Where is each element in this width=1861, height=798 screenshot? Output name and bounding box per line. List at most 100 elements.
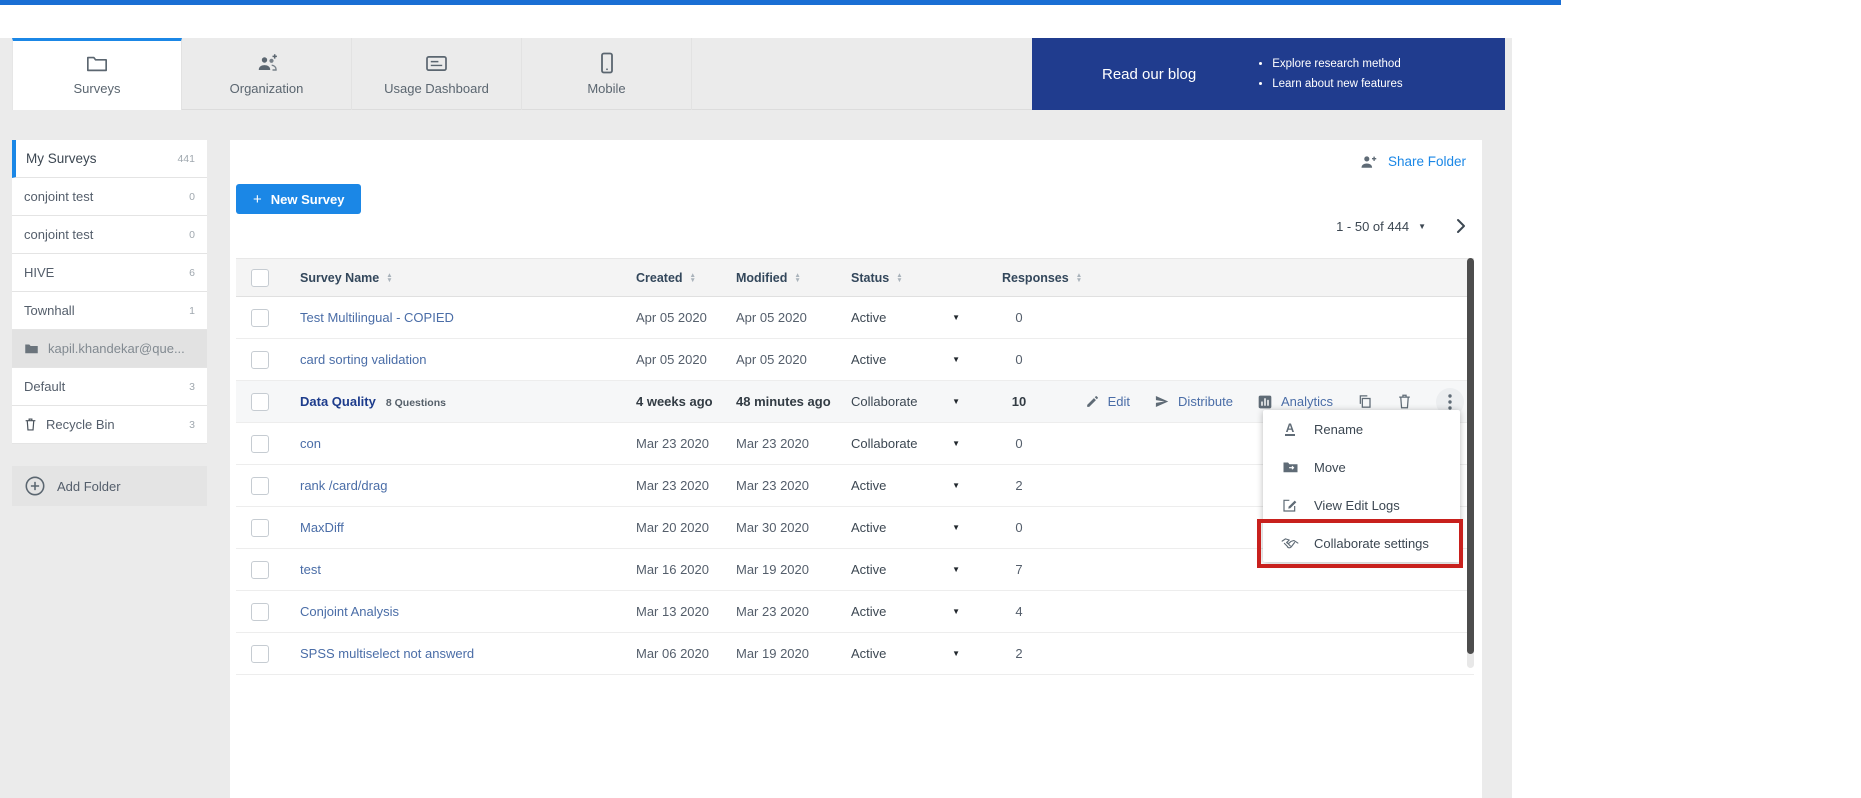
- tab-organization[interactable]: Organization: [182, 38, 352, 110]
- chevron-down-icon: ▼: [952, 355, 960, 364]
- status-dropdown[interactable]: Active ▼: [829, 562, 974, 577]
- row-checkbox[interactable]: [251, 603, 269, 621]
- status-dropdown[interactable]: Active ▼: [829, 646, 974, 661]
- trash-icon: [24, 417, 37, 432]
- page-range-dropdown[interactable]: 1 - 50 of 444 ▼: [1336, 219, 1426, 234]
- folder-label: Default: [24, 379, 65, 394]
- header-survey-name[interactable]: Survey Name ▲▼: [284, 271, 614, 285]
- paper-plane-icon: [1154, 394, 1170, 409]
- status-dropdown[interactable]: Active ▼: [829, 352, 974, 367]
- next-page-button[interactable]: [1456, 218, 1466, 234]
- sidebar-item-townhall[interactable]: Townhall 1: [12, 292, 207, 330]
- folder-label: Recycle Bin: [46, 417, 115, 432]
- sort-icon: ▲▼: [386, 273, 392, 283]
- analytics-button[interactable]: Analytics: [1257, 394, 1333, 410]
- analytics-label: Analytics: [1281, 394, 1333, 409]
- row-checkbox[interactable]: [251, 519, 269, 537]
- copy-icon[interactable]: [1357, 393, 1373, 410]
- survey-name-link[interactable]: test: [300, 562, 321, 577]
- sort-icon: ▲▼: [896, 273, 902, 283]
- share-folder-button[interactable]: Share Folder: [1358, 153, 1466, 170]
- tab-usage-dashboard[interactable]: Usage Dashboard: [352, 38, 522, 110]
- chevron-down-icon: ▼: [952, 313, 960, 322]
- modified-cell: Mar 19 2020: [714, 562, 829, 577]
- survey-name-link[interactable]: Data Quality: [300, 394, 376, 409]
- row-checkbox[interactable]: [251, 435, 269, 453]
- created-cell: Mar 06 2020: [614, 646, 714, 661]
- tab-surveys[interactable]: Surveys: [12, 38, 182, 110]
- pagination: 1 - 50 of 444 ▼: [1336, 218, 1466, 234]
- header-status[interactable]: Status ▲▼: [829, 271, 974, 285]
- sidebar-item-kapil-group[interactable]: kapil.khandekar@que...: [12, 330, 207, 368]
- survey-name-link[interactable]: SPSS multiselect not answerd: [300, 646, 474, 661]
- chevron-down-icon: ▼: [952, 649, 960, 658]
- select-all-checkbox[interactable]: [251, 269, 269, 287]
- promo-bullet: Learn about new features: [1272, 74, 1402, 94]
- status-dropdown[interactable]: Collaborate ▼: [829, 436, 974, 451]
- created-cell: Mar 13 2020: [614, 604, 714, 619]
- table-row: Conjoint Analysis Mar 13 2020 Mar 23 202…: [236, 591, 1474, 633]
- status-dropdown[interactable]: Collaborate ▼: [829, 394, 974, 409]
- status-dropdown[interactable]: Active ▼: [829, 604, 974, 619]
- handshake-icon: [1281, 536, 1299, 550]
- menu-item-move[interactable]: Move: [1263, 448, 1460, 486]
- tab-label: Usage Dashboard: [384, 81, 489, 96]
- table-scrollbar[interactable]: [1467, 258, 1474, 654]
- menu-item-collaborate-settings[interactable]: Collaborate settings: [1263, 524, 1460, 562]
- header-responses[interactable]: Responses ▲▼: [974, 271, 1064, 285]
- responses-cell: 0: [974, 436, 1064, 451]
- folder-count: 3: [189, 381, 195, 393]
- folder-count: 1: [189, 305, 195, 317]
- move-folder-icon: [1281, 460, 1299, 474]
- add-folder-label: Add Folder: [57, 479, 121, 494]
- distribute-label: Distribute: [1178, 394, 1233, 409]
- row-checkbox[interactable]: [251, 309, 269, 327]
- tab-mobile[interactable]: Mobile: [522, 38, 692, 110]
- delete-icon[interactable]: [1397, 393, 1412, 410]
- sidebar-item-default[interactable]: Default 3: [12, 368, 207, 406]
- sidebar-item-conjoint-test-1[interactable]: conjoint test 0: [12, 178, 207, 216]
- header-created[interactable]: Created ▲▼: [614, 271, 714, 285]
- add-folder-button[interactable]: Add Folder: [12, 466, 207, 506]
- row-checkbox[interactable]: [251, 393, 269, 411]
- folder-label: conjoint test: [24, 227, 93, 242]
- status-dropdown[interactable]: Active ▼: [829, 478, 974, 493]
- row-checkbox[interactable]: [251, 351, 269, 369]
- header-modified[interactable]: Modified ▲▼: [714, 271, 829, 285]
- survey-name-link[interactable]: Test Multilingual - COPIED: [300, 310, 454, 325]
- promo-bullet-list: Explore research method Learn about new …: [1254, 54, 1402, 94]
- row-checkbox[interactable]: [251, 645, 269, 663]
- edit-button[interactable]: Edit: [1085, 394, 1130, 409]
- sort-icon: ▲▼: [794, 273, 800, 283]
- edit-logs-icon: [1281, 497, 1299, 513]
- responses-cell: 4: [974, 604, 1064, 619]
- sidebar-item-my-surveys[interactable]: My Surveys 441: [12, 140, 207, 178]
- menu-item-rename[interactable]: A Rename: [1263, 410, 1460, 448]
- sidebar-item-conjoint-test-2[interactable]: conjoint test 0: [12, 216, 207, 254]
- created-cell: Apr 05 2020: [614, 310, 714, 325]
- status-dropdown[interactable]: Active ▼: [829, 520, 974, 535]
- sidebar-item-recycle-bin[interactable]: Recycle Bin 3: [12, 406, 207, 444]
- page-range-label: 1 - 50 of 444: [1336, 219, 1409, 234]
- survey-name-link[interactable]: MaxDiff: [300, 520, 344, 535]
- folder-count: 441: [177, 153, 195, 165]
- new-survey-button[interactable]: + New Survey: [236, 184, 361, 214]
- status-dropdown[interactable]: Active ▼: [829, 310, 974, 325]
- distribute-button[interactable]: Distribute: [1154, 394, 1233, 409]
- modified-cell: Mar 23 2020: [714, 478, 829, 493]
- add-circle-icon: [24, 475, 46, 497]
- survey-name-link[interactable]: con: [300, 436, 321, 451]
- created-cell: 4 weeks ago: [614, 394, 714, 409]
- row-checkbox[interactable]: [251, 561, 269, 579]
- sidebar-item-hive[interactable]: HIVE 6: [12, 254, 207, 292]
- folder-sidebar: My Surveys 441 conjoint test 0 conjoint …: [12, 140, 207, 506]
- survey-name-link[interactable]: card sorting validation: [300, 352, 426, 367]
- survey-name-link[interactable]: Conjoint Analysis: [300, 604, 399, 619]
- promo-title-link[interactable]: Read our blog: [1102, 66, 1196, 83]
- row-checkbox[interactable]: [251, 477, 269, 495]
- folder-count: 0: [189, 229, 195, 241]
- survey-name-link[interactable]: rank /card/drag: [300, 478, 387, 493]
- share-folder-label: Share Folder: [1388, 154, 1466, 169]
- edit-label: Edit: [1108, 394, 1130, 409]
- menu-item-view-edit-logs[interactable]: View Edit Logs: [1263, 486, 1460, 524]
